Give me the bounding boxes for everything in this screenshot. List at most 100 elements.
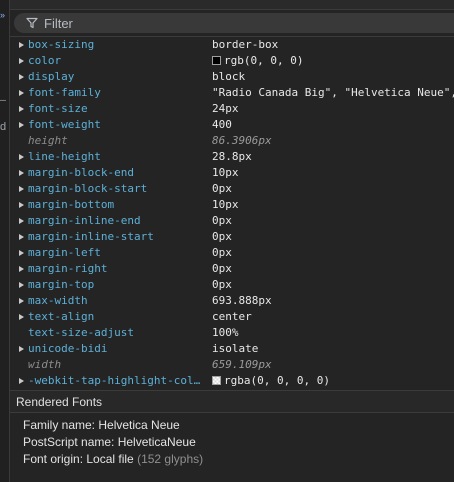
property-row[interactable]: margin-left 0px bbox=[10, 245, 454, 261]
property-name: unicode-bidi bbox=[28, 342, 108, 355]
expand-triangle-icon[interactable] bbox=[19, 378, 24, 384]
property-value: isolate bbox=[212, 341, 258, 357]
property-value: 0px bbox=[212, 181, 232, 197]
expand-triangle-icon[interactable] bbox=[19, 154, 24, 160]
expand-triangle-icon[interactable] bbox=[19, 250, 24, 256]
font-origin-label: Font origin: Local file bbox=[23, 452, 134, 466]
property-value: block bbox=[212, 69, 245, 85]
property-value-text: border-box bbox=[212, 38, 279, 51]
property-row[interactable]: line-height 28.8px bbox=[10, 149, 454, 165]
property-value: 24px bbox=[212, 101, 239, 117]
property-name: font-family bbox=[28, 86, 101, 99]
property-row[interactable]: margin-bottom 10px bbox=[10, 197, 454, 213]
property-name: margin-block-start bbox=[28, 182, 148, 195]
property-row[interactable]: margin-block-end 10px bbox=[10, 165, 454, 181]
property-name: max-width bbox=[28, 294, 88, 307]
property-name: margin-top bbox=[28, 278, 95, 291]
color-swatch-icon[interactable] bbox=[212, 376, 221, 385]
property-value: 0px bbox=[212, 277, 232, 293]
filter-placeholder: Filter bbox=[44, 16, 73, 31]
property-value-text: 28.8px bbox=[212, 150, 252, 163]
property-name: margin-left bbox=[28, 246, 101, 259]
property-row: text-size-adjust 100% bbox=[10, 325, 454, 341]
rendered-fonts-header[interactable]: Rendered Fonts bbox=[10, 391, 454, 413]
property-value: 400 bbox=[212, 117, 232, 133]
property-value: "Radio Canada Big", "Helvetica Neue", bbox=[212, 85, 454, 101]
property-row[interactable]: -webkit-tap-highlight-col… rgba(0, 0, 0, … bbox=[10, 373, 454, 389]
property-value-text: rgb(0, 0, 0) bbox=[224, 54, 304, 67]
expand-triangle-icon[interactable] bbox=[19, 170, 24, 176]
property-name: line-height bbox=[28, 150, 101, 163]
property-row[interactable]: margin-block-start 0px bbox=[10, 181, 454, 197]
property-name: width bbox=[28, 358, 62, 371]
property-value-text: 0px bbox=[212, 230, 232, 243]
property-name: display bbox=[28, 70, 75, 83]
property-row[interactable]: box-sizing border-box bbox=[10, 37, 454, 53]
property-row[interactable]: unicode-bidi isolate bbox=[10, 341, 454, 357]
expand-triangle-icon[interactable] bbox=[19, 106, 24, 112]
expand-triangle-icon[interactable] bbox=[19, 282, 24, 288]
rendered-fonts-title: Rendered Fonts bbox=[16, 395, 103, 409]
property-row[interactable]: color rgb(0, 0, 0) bbox=[10, 53, 454, 69]
property-value: 693.888px bbox=[212, 293, 272, 309]
expand-triangle-icon[interactable] bbox=[19, 42, 24, 48]
property-row[interactable]: max-width 693.888px bbox=[10, 293, 454, 309]
property-row[interactable]: font-family "Radio Canada Big", "Helvetic… bbox=[10, 85, 454, 101]
property-row[interactable]: font-weight 400 bbox=[10, 117, 454, 133]
property-value-text: 693.888px bbox=[212, 294, 272, 307]
expand-triangle-icon[interactable] bbox=[19, 234, 24, 240]
property-row: width 659.109px bbox=[10, 357, 454, 373]
property-value-text: 0px bbox=[212, 214, 232, 227]
font-origin: Font origin: Local file (152 glyphs) bbox=[23, 451, 203, 468]
property-name: margin-inline-start bbox=[28, 230, 154, 243]
property-value: 86.3906px bbox=[212, 133, 272, 149]
expand-triangle-icon[interactable] bbox=[19, 314, 24, 320]
property-value-text: 0px bbox=[212, 278, 232, 291]
property-row[interactable]: margin-right 0px bbox=[10, 261, 454, 277]
property-value: rgba(0, 0, 0, 0) bbox=[212, 373, 330, 389]
expand-triangle-icon[interactable] bbox=[19, 298, 24, 304]
property-name: height bbox=[28, 134, 68, 147]
funnel-icon bbox=[26, 17, 38, 29]
property-name: color bbox=[28, 54, 62, 67]
property-row[interactable]: margin-top 0px bbox=[10, 277, 454, 293]
property-row[interactable]: margin-inline-start 0px bbox=[10, 229, 454, 245]
property-name: margin-block-end bbox=[28, 166, 134, 179]
property-name: box-sizing bbox=[28, 38, 95, 51]
expand-triangle-icon[interactable] bbox=[19, 202, 24, 208]
property-value: rgb(0, 0, 0) bbox=[212, 53, 303, 69]
property-row[interactable]: display block bbox=[10, 69, 454, 85]
computed-properties-list: box-sizing border-box color rgb(0, 0, 0) dis… bbox=[10, 37, 454, 391]
property-value-text: center bbox=[212, 310, 252, 323]
expand-triangle-icon[interactable] bbox=[19, 186, 24, 192]
expand-triangle-icon[interactable] bbox=[19, 122, 24, 128]
property-row[interactable]: text-align center bbox=[10, 309, 454, 325]
property-row[interactable]: margin-inline-end 0px bbox=[10, 213, 454, 229]
property-value: 28.8px bbox=[212, 149, 252, 165]
font-family-name: Family name: Helvetica Neue bbox=[23, 418, 180, 432]
property-value-text: 100% bbox=[212, 326, 239, 339]
property-value: center bbox=[212, 309, 252, 325]
expand-triangle-icon[interactable] bbox=[19, 90, 24, 96]
property-value-text: 0px bbox=[212, 182, 232, 195]
font-postscript-name: PostScript name: HelveticaNeue bbox=[23, 435, 196, 449]
property-row[interactable]: font-size 24px bbox=[10, 101, 454, 117]
property-row: height 86.3906px bbox=[10, 133, 454, 149]
property-value: 0px bbox=[212, 213, 232, 229]
color-swatch-icon[interactable] bbox=[212, 56, 221, 65]
left-gutter: » — d bbox=[0, 0, 10, 482]
property-value: 0px bbox=[212, 245, 232, 261]
expand-triangle-icon[interactable] bbox=[19, 266, 24, 272]
expand-triangle-icon[interactable] bbox=[19, 74, 24, 80]
property-value: 10px bbox=[212, 165, 239, 181]
property-value: 10px bbox=[212, 197, 239, 213]
property-value: 0px bbox=[212, 261, 232, 277]
property-value-text: 86.3906px bbox=[212, 134, 272, 147]
expand-triangle-icon[interactable] bbox=[19, 346, 24, 352]
gutter-line-mark: — bbox=[0, 95, 7, 106]
expand-triangle-icon[interactable] bbox=[19, 58, 24, 64]
filter-input[interactable]: Filter bbox=[14, 13, 454, 33]
gutter-arrow-icon[interactable]: » bbox=[0, 10, 5, 20]
expand-triangle-icon[interactable] bbox=[19, 218, 24, 224]
property-value: 659.109px bbox=[212, 357, 272, 373]
